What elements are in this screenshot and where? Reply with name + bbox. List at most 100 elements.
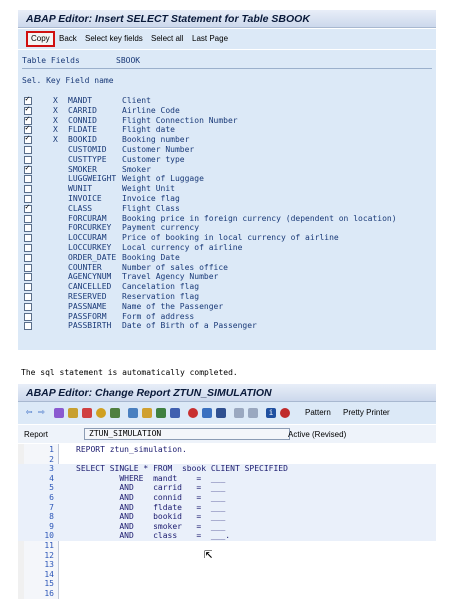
line-number: 14 [44,569,54,579]
field-checkbox[interactable] [24,224,32,233]
field-name: FLDATE [68,125,97,135]
field-checkbox[interactable] [24,163,32,174]
field-description: Cancelation flag [122,282,200,292]
field-name: FORCURAM [68,213,107,223]
field-checkbox[interactable] [24,133,32,145]
field-name: CUSTOMID [68,145,107,154]
display-change-icon[interactable] [68,408,78,418]
layout-icon[interactable] [234,408,244,418]
field-checkbox[interactable] [24,312,32,321]
field-description: Airline Code [122,105,180,115]
line-number: 16 [44,589,54,598]
code-line: 1 REPORT ztun_simulation. [18,445,436,455]
field-name: CONNID [68,115,97,125]
field-description: Customer type [122,154,185,164]
field-description: Date of Birth of a Passenger [122,321,257,331]
field-row: AGENCYNUM Travel Agency Number [22,272,432,282]
field-checkbox[interactable] [24,322,32,331]
field-description: Smoker [122,164,151,174]
field-checkbox[interactable] [24,244,32,252]
line-number: 12 [44,550,54,560]
field-description: Flight date [122,125,175,135]
field-checkbox[interactable] [24,302,32,311]
field-name: CUSTTYPE [68,154,107,164]
back-arrow-icon[interactable]: ⇦ [26,405,33,418]
field-description: Name of the Passenger [122,301,224,311]
dialog-toolbar: Copy Back Select key fields Select all L… [18,29,436,49]
report-label: Report [24,430,49,439]
field-description: Flight Connection Number [122,115,238,125]
field-row: PASSBIRTH Date of Birth of a Passenger [22,321,432,331]
field-checkbox[interactable] [24,263,32,272]
editor-title-bar: ABAP Editor: Change Report ZTUN_SIMULATI… [18,384,436,402]
window-icon[interactable] [170,408,180,418]
back-button[interactable]: Back [59,33,77,45]
split-icon[interactable] [248,408,258,418]
field-name: PASSFORM [68,311,107,321]
field-description: Customer Number [122,145,195,154]
field-row: FORCURAM Booking price in foreign currenc… [22,214,432,223]
field-row: CUSTTYPE Customer type [22,155,432,164]
line-number: 3 [49,464,54,474]
last-page-button[interactable]: Last Page [192,33,228,45]
field-row: PASSFORM Form of address [22,312,432,321]
code-text: AND smoker = ___ [76,521,226,531]
field-checkbox[interactable] [24,202,32,213]
where-used-icon[interactable] [128,408,138,418]
pretty-printer-button[interactable]: Pretty Printer [343,407,390,419]
header-divider [22,68,432,69]
activate-icon[interactable] [96,408,106,418]
field-checkbox[interactable] [24,273,32,282]
select-all-button[interactable]: Select all [151,33,183,45]
field-name: PASSBIRTH [68,321,112,331]
field-row: PASSNAME Name of the Passenger [22,302,432,311]
code-line: 9 AND smoker = ___ [18,521,436,532]
field-checkbox[interactable] [24,175,32,184]
code-text: AND carrid = ___ [76,483,226,493]
code-line: 16 [18,589,436,599]
test-icon[interactable] [110,408,120,418]
hierarchy-icon[interactable] [156,408,166,418]
table-fields-label: Table Fields [22,56,80,65]
field-row: X MANDT Client [22,94,432,105]
code-line: 15 [18,579,436,589]
stop-icon[interactable] [188,408,198,418]
check-icon[interactable] [82,408,92,418]
field-checkbox[interactable] [24,185,32,194]
code-line: 7 AND fldate = ___ [18,502,436,513]
other-object-icon[interactable] [54,408,64,418]
watchpoint-icon[interactable] [216,408,226,418]
field-description: Booking price in foreign currency (depen… [122,213,397,223]
field-checkbox[interactable] [24,293,32,301]
field-checkbox[interactable] [24,214,32,223]
field-checkbox[interactable] [24,234,32,243]
field-name: MANDT [68,96,93,105]
field-checkbox[interactable] [24,283,32,292]
field-description: Travel Agency Number [122,272,219,282]
copy-button[interactable]: Copy [26,31,55,47]
field-row: COUNTER Number of sales office [22,263,432,272]
field-row: CLASS Flight Class [22,202,432,213]
info-icon[interactable]: i [266,408,276,418]
line-number: 4 [49,473,54,483]
code-line: 5 AND carrid = ___ [18,483,436,493]
line-number: 7 [49,502,54,512]
help-icon[interactable] [280,408,290,418]
pattern-button[interactable]: Pattern [305,407,331,419]
forward-arrow-icon[interactable]: ⇨ [38,405,45,418]
field-checkbox[interactable] [24,253,32,262]
object-list-icon[interactable] [142,408,152,418]
key-marker: X [53,115,58,125]
report-name-field[interactable]: ZTUN_SIMULATION [84,428,290,440]
line-number: 6 [49,493,54,502]
field-description: Invoice flag [122,194,180,203]
code-line: 4 WHERE mandt = ___ [18,473,436,484]
field-name: LOCCURKEY [68,243,112,252]
code-editor[interactable]: 1 REPORT ztun_simulation. 2 3 SELECT SINGLE … [18,444,436,599]
code-line: 8 AND bookid = ___ [18,512,436,522]
code-text: AND class = ___. [76,531,231,541]
breakpoint-icon[interactable] [202,408,212,418]
select-key-fields-button[interactable]: Select key fields [85,33,143,45]
field-description: Number of sales office [122,262,228,272]
field-checkbox[interactable] [24,146,32,154]
